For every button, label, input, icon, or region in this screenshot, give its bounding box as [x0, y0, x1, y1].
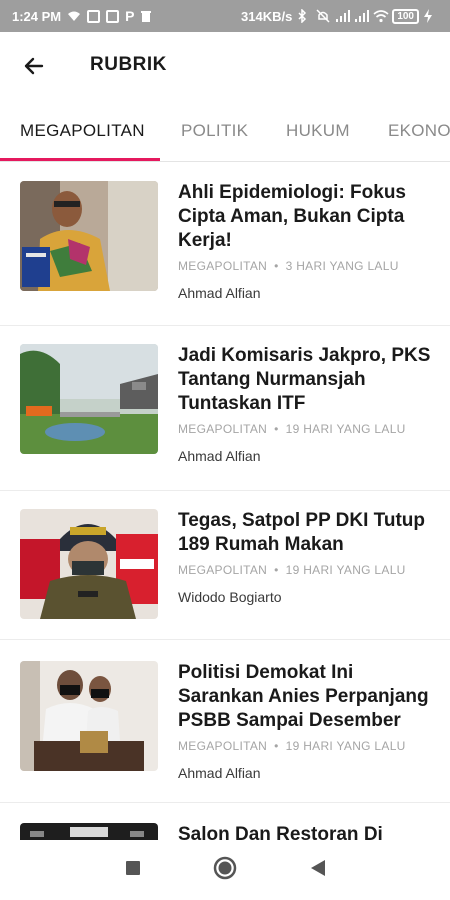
article-category: MEGAPOLITAN	[178, 739, 268, 753]
arrow-left-icon	[22, 54, 46, 83]
triangle-back-icon	[310, 859, 326, 882]
article-thumbnail	[20, 344, 158, 454]
tab-politik[interactable]: POLITIK	[181, 102, 248, 160]
tab-ekonomi[interactable]: EKONOMI	[388, 102, 450, 160]
article-time: 3 HARI YANG LALU	[285, 259, 399, 273]
home-button[interactable]	[213, 856, 237, 885]
article-category: MEGAPOLITAN	[178, 422, 268, 436]
network-speed: 314KB/s	[241, 8, 293, 24]
meta-separator: •	[274, 739, 279, 753]
article-author: Widodo Bogiarto	[178, 589, 282, 605]
signal-icon	[335, 9, 351, 23]
article-item[interactable]: Tegas, Satpol PP DKI Tutup 189 Rumah Mak…	[0, 491, 450, 640]
active-tab-indicator	[0, 158, 160, 161]
article-title[interactable]: Salon Dan Restoran Di	[178, 823, 434, 840]
article-meta: MEGAPOLITAN • 19 HARI YANG LALU	[178, 422, 434, 436]
article-category: MEGAPOLITAN	[178, 259, 268, 273]
article-item[interactable]: Jadi Komisaris Jakpro, PKS Tantang Nurma…	[0, 326, 450, 491]
recents-button[interactable]	[121, 858, 145, 882]
article-item[interactable]: Salon Dan Restoran Di	[0, 803, 450, 840]
meta-separator: •	[274, 563, 279, 577]
status-time: 1:24 PM	[12, 8, 62, 24]
tab-hukum[interactable]: HUKUM	[286, 102, 350, 160]
article-meta: MEGAPOLITAN • 19 HARI YANG LALU	[178, 739, 434, 753]
article-author: Ahmad Alfian	[178, 448, 261, 464]
back-button[interactable]	[18, 52, 50, 84]
article-thumbnail	[20, 823, 158, 840]
article-meta: MEGAPOLITAN • 3 HARI YANG LALU	[178, 259, 434, 273]
bluetooth-icon	[297, 8, 311, 24]
article-time: 19 HARI YANG LALU	[285, 563, 406, 577]
screenshot-icon	[106, 9, 120, 23]
parking-icon: P	[125, 8, 135, 24]
article-thumbnail	[20, 509, 158, 619]
trash-icon	[140, 9, 154, 23]
article-title[interactable]: Jadi Komisaris Jakpro, PKS Tantang Nurma…	[178, 344, 434, 416]
page-title: RUBRIK	[90, 54, 167, 75]
article-title[interactable]: Tegas, Satpol PP DKI Tutup 189 Rumah Mak…	[178, 509, 434, 557]
article-list[interactable]: Ahli Epidemiologi: Fokus Cipta Aman, Buk…	[0, 163, 450, 840]
mute-icon	[316, 9, 330, 23]
meta-separator: •	[274, 422, 279, 436]
system-back-button[interactable]	[306, 858, 330, 882]
wifi-icon	[373, 9, 389, 23]
article-thumbnail	[20, 661, 158, 771]
article-item[interactable]: Ahli Epidemiologi: Fokus Cipta Aman, Buk…	[0, 163, 450, 326]
system-nav-bar	[0, 840, 450, 900]
charging-icon	[424, 9, 438, 23]
article-title[interactable]: Ahli Epidemiologi: Fokus Cipta Aman, Buk…	[178, 181, 434, 253]
battery-icon: 100	[392, 8, 419, 24]
circle-icon	[213, 856, 237, 885]
article-author: Ahmad Alfian	[178, 285, 261, 301]
notification-icon	[87, 9, 101, 23]
article-author: Ahmad Alfian	[178, 765, 261, 781]
article-thumbnail	[20, 181, 158, 291]
wifi-call-icon	[67, 9, 81, 23]
article-title[interactable]: Politisi Demokat Ini Sarankan Anies Perp…	[178, 661, 434, 733]
article-category: MEGAPOLITAN	[178, 563, 268, 577]
article-item[interactable]: Politisi Demokat Ini Sarankan Anies Perp…	[0, 640, 450, 803]
category-tabs: MEGAPOLITAN POLITIK HUKUM EKONOMI	[0, 102, 450, 162]
app-bar: RUBRIK	[0, 32, 450, 102]
meta-separator: •	[274, 259, 279, 273]
status-bar: 1:24 PM P 314KB/s 100	[0, 0, 450, 32]
article-time: 19 HARI YANG LALU	[285, 739, 406, 753]
signal-2-icon	[354, 9, 370, 23]
square-icon	[125, 860, 141, 881]
article-time: 19 HARI YANG LALU	[285, 422, 406, 436]
article-meta: MEGAPOLITAN • 19 HARI YANG LALU	[178, 563, 434, 577]
tab-megapolitan[interactable]: MEGAPOLITAN	[20, 102, 145, 160]
